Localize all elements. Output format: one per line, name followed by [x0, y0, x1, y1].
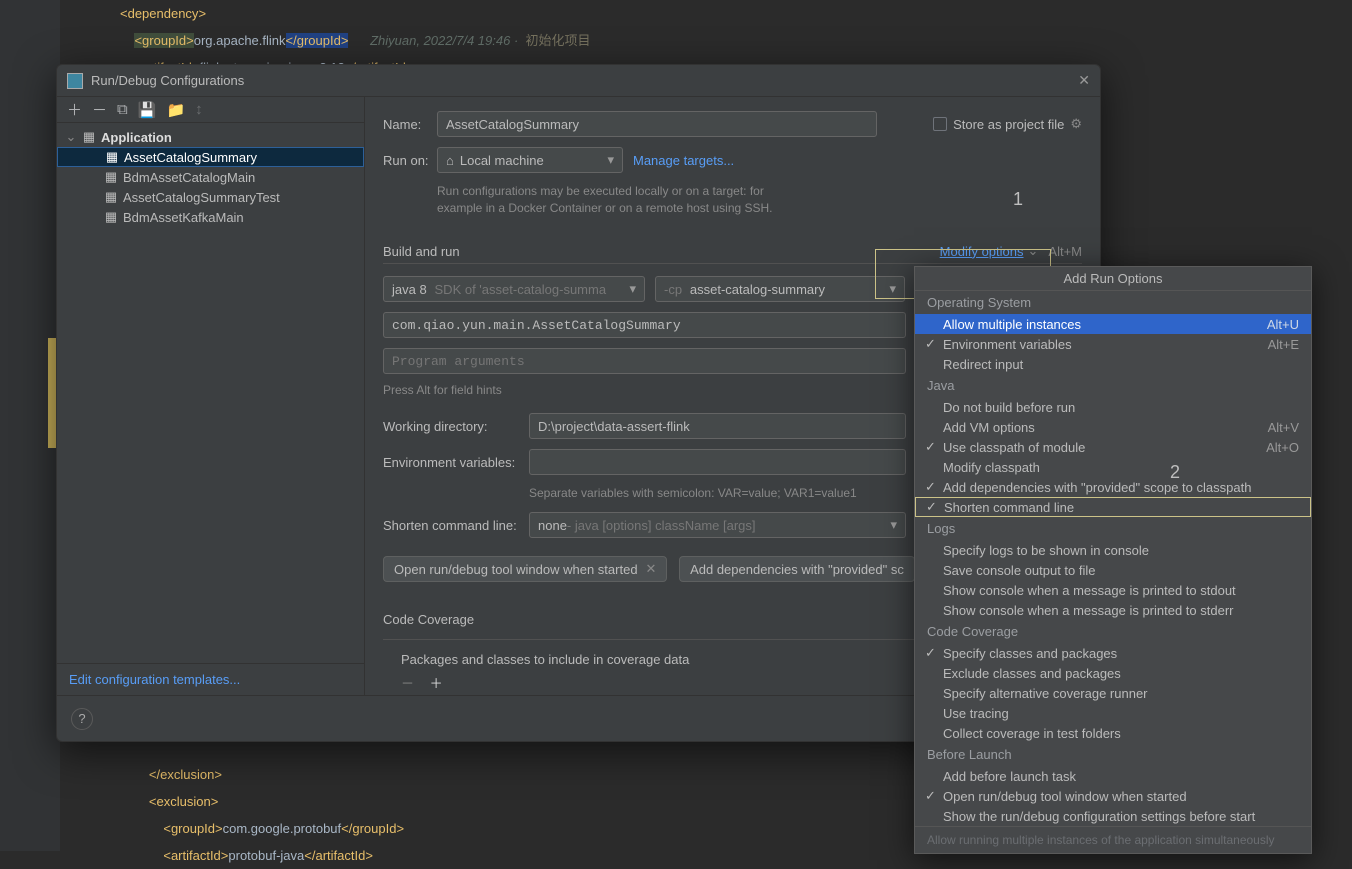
popup-item[interactable]: Collect coverage in test folders: [915, 723, 1311, 743]
tag-provided-scope[interactable]: Add dependencies with "provided" sc: [679, 556, 915, 582]
check-icon: ✓: [925, 336, 936, 352]
application-icon: ▦: [103, 170, 119, 184]
popup-item[interactable]: ✓Use classpath of moduleAlt+O: [915, 437, 1311, 457]
application-error-icon: ▦: [103, 190, 119, 204]
add-config-button[interactable]: ＋: [67, 99, 82, 120]
build-run-header: Build and run: [383, 244, 460, 259]
manage-targets-link[interactable]: Manage targets...: [633, 153, 734, 168]
check-icon: ✓: [925, 645, 936, 661]
modify-options-link[interactable]: Modify options: [940, 244, 1024, 259]
chevron-down-icon: ⌄: [1028, 243, 1039, 259]
jdk-select[interactable]: java 8 SDK of 'asset-catalog-summa: [383, 276, 645, 302]
wd-label: Working directory:: [383, 419, 529, 434]
sidebar-toolbar: ＋ － ⧉ 💾 📁 ↕: [57, 97, 364, 123]
popup-item[interactable]: Save console output to file: [915, 560, 1311, 580]
popup-title: Add Run Options: [915, 267, 1311, 291]
popup-item[interactable]: Do not build before run: [915, 397, 1311, 417]
edit-templates-link[interactable]: Edit configuration templates...: [69, 672, 240, 687]
tree-node-application[interactable]: ⌄ ▦ Application: [57, 127, 364, 147]
callout-2-num: 2: [1170, 462, 1180, 483]
env-label: Environment variables:: [383, 455, 529, 470]
tree-item-asset-catalog-summary-test[interactable]: ▦ AssetCatalogSummaryTest: [57, 187, 364, 207]
config-sidebar: ＋ － ⧉ 💾 📁 ↕ ⌄ ▦ Application ▦ AssetCatal…: [57, 97, 365, 695]
application-icon: ▦: [81, 130, 97, 144]
popup-item[interactable]: Specify alternative coverage runner: [915, 683, 1311, 703]
popup-item[interactable]: Exclude classes and packages: [915, 663, 1311, 683]
popup-item[interactable]: ✓Open run/debug tool window when started: [915, 786, 1311, 806]
check-icon: ✓: [926, 499, 937, 515]
expand-icon: ⌄: [65, 129, 77, 145]
runon-select[interactable]: ⌂ Local machine: [437, 147, 623, 173]
runon-help: Run configurations may be executed local…: [437, 183, 807, 217]
popup-item[interactable]: Add before launch task: [915, 766, 1311, 786]
tree-item-bdm-asset-catalog-main[interactable]: ▦ BdmAssetCatalogMain: [57, 167, 364, 187]
popup-group-header: Before Launch: [915, 743, 1311, 766]
tag-open-tool-window[interactable]: Open run/debug tool window when started …: [383, 556, 667, 582]
classpath-select[interactable]: -cp asset-catalog-summary: [655, 276, 905, 302]
popup-item[interactable]: Show console when a message is printed t…: [915, 580, 1311, 600]
store-label: Store as project file: [953, 117, 1064, 132]
popup-item[interactable]: Redirect input: [915, 354, 1311, 374]
main-class-input[interactable]: [383, 312, 906, 338]
dialog-titlebar: Run/Debug Configurations ✕: [57, 65, 1100, 97]
popup-footer-hint: Allow running multiple instances of the …: [915, 826, 1311, 853]
popup-item[interactable]: Allow multiple instancesAlt+U: [915, 314, 1311, 334]
popup-group-header: Logs: [915, 517, 1311, 540]
runon-label: Run on:: [383, 153, 437, 168]
check-icon: ✓: [925, 479, 936, 495]
scl-select[interactable]: none - java [options] className [args]: [529, 512, 906, 538]
callout-1-num: 1: [1013, 189, 1023, 210]
program-args-input[interactable]: [383, 348, 906, 374]
intellij-icon: [67, 73, 83, 89]
popup-item[interactable]: Use tracing: [915, 703, 1311, 723]
check-icon: ✓: [925, 788, 936, 804]
popup-item[interactable]: ✓Specify classes and packages: [915, 643, 1311, 663]
config-tree: ⌄ ▦ Application ▦ AssetCatalogSummary ▦ …: [57, 123, 364, 663]
popup-item[interactable]: ✓Add dependencies with "provided" scope …: [915, 477, 1311, 497]
modify-shortcut: Alt+M: [1048, 244, 1082, 259]
sort-button[interactable]: ↕: [195, 101, 203, 118]
popup-group-header: Java: [915, 374, 1311, 397]
env-input[interactable]: [529, 449, 906, 475]
save-config-button[interactable]: 💾: [138, 101, 157, 119]
remove-config-button[interactable]: －: [92, 99, 107, 120]
popup-item[interactable]: Show console when a message is printed t…: [915, 600, 1311, 620]
popup-group-header: Operating System: [915, 291, 1311, 314]
gear-icon[interactable]: ⚙: [1070, 116, 1082, 132]
popup-group-header: Code Coverage: [915, 620, 1311, 643]
dialog-title: Run/Debug Configurations: [91, 73, 244, 88]
popup-item[interactable]: Add VM optionsAlt+V: [915, 417, 1311, 437]
copy-config-button[interactable]: ⧉: [117, 101, 128, 118]
popup-item[interactable]: Specify logs to be shown in console: [915, 540, 1311, 560]
scl-label: Shorten command line:: [383, 518, 529, 533]
tree-item-asset-catalog-summary[interactable]: ▦ AssetCatalogSummary: [57, 147, 364, 167]
popup-item[interactable]: Show the run/debug configuration setting…: [915, 806, 1311, 826]
store-checkbox[interactable]: [933, 117, 947, 131]
check-icon: ✓: [925, 439, 936, 455]
add-pkg-button[interactable]: ＋: [430, 676, 443, 691]
application-icon: ▦: [103, 210, 119, 224]
close-icon[interactable]: ✕: [1078, 72, 1090, 89]
tree-item-bdm-asset-kafka-main[interactable]: ▦ BdmAssetKafkaMain: [57, 207, 364, 227]
help-button[interactable]: ?: [71, 708, 93, 730]
application-icon: ▦: [104, 150, 120, 164]
popup-item[interactable]: Modify classpath: [915, 457, 1311, 477]
wd-input[interactable]: [529, 413, 906, 439]
close-icon[interactable]: ✕: [646, 561, 657, 577]
popup-item[interactable]: ✓Shorten command line: [915, 497, 1311, 517]
folder-button[interactable]: 📁: [166, 101, 185, 119]
popup-item[interactable]: ✓Environment variablesAlt+E: [915, 334, 1311, 354]
remove-pkg-button[interactable]: －: [401, 676, 414, 691]
name-label: Name:: [383, 117, 437, 132]
home-icon: ⌂: [446, 153, 454, 168]
add-run-options-popup: Add Run Options Operating SystemAllow mu…: [914, 266, 1312, 854]
name-input[interactable]: [437, 111, 877, 137]
